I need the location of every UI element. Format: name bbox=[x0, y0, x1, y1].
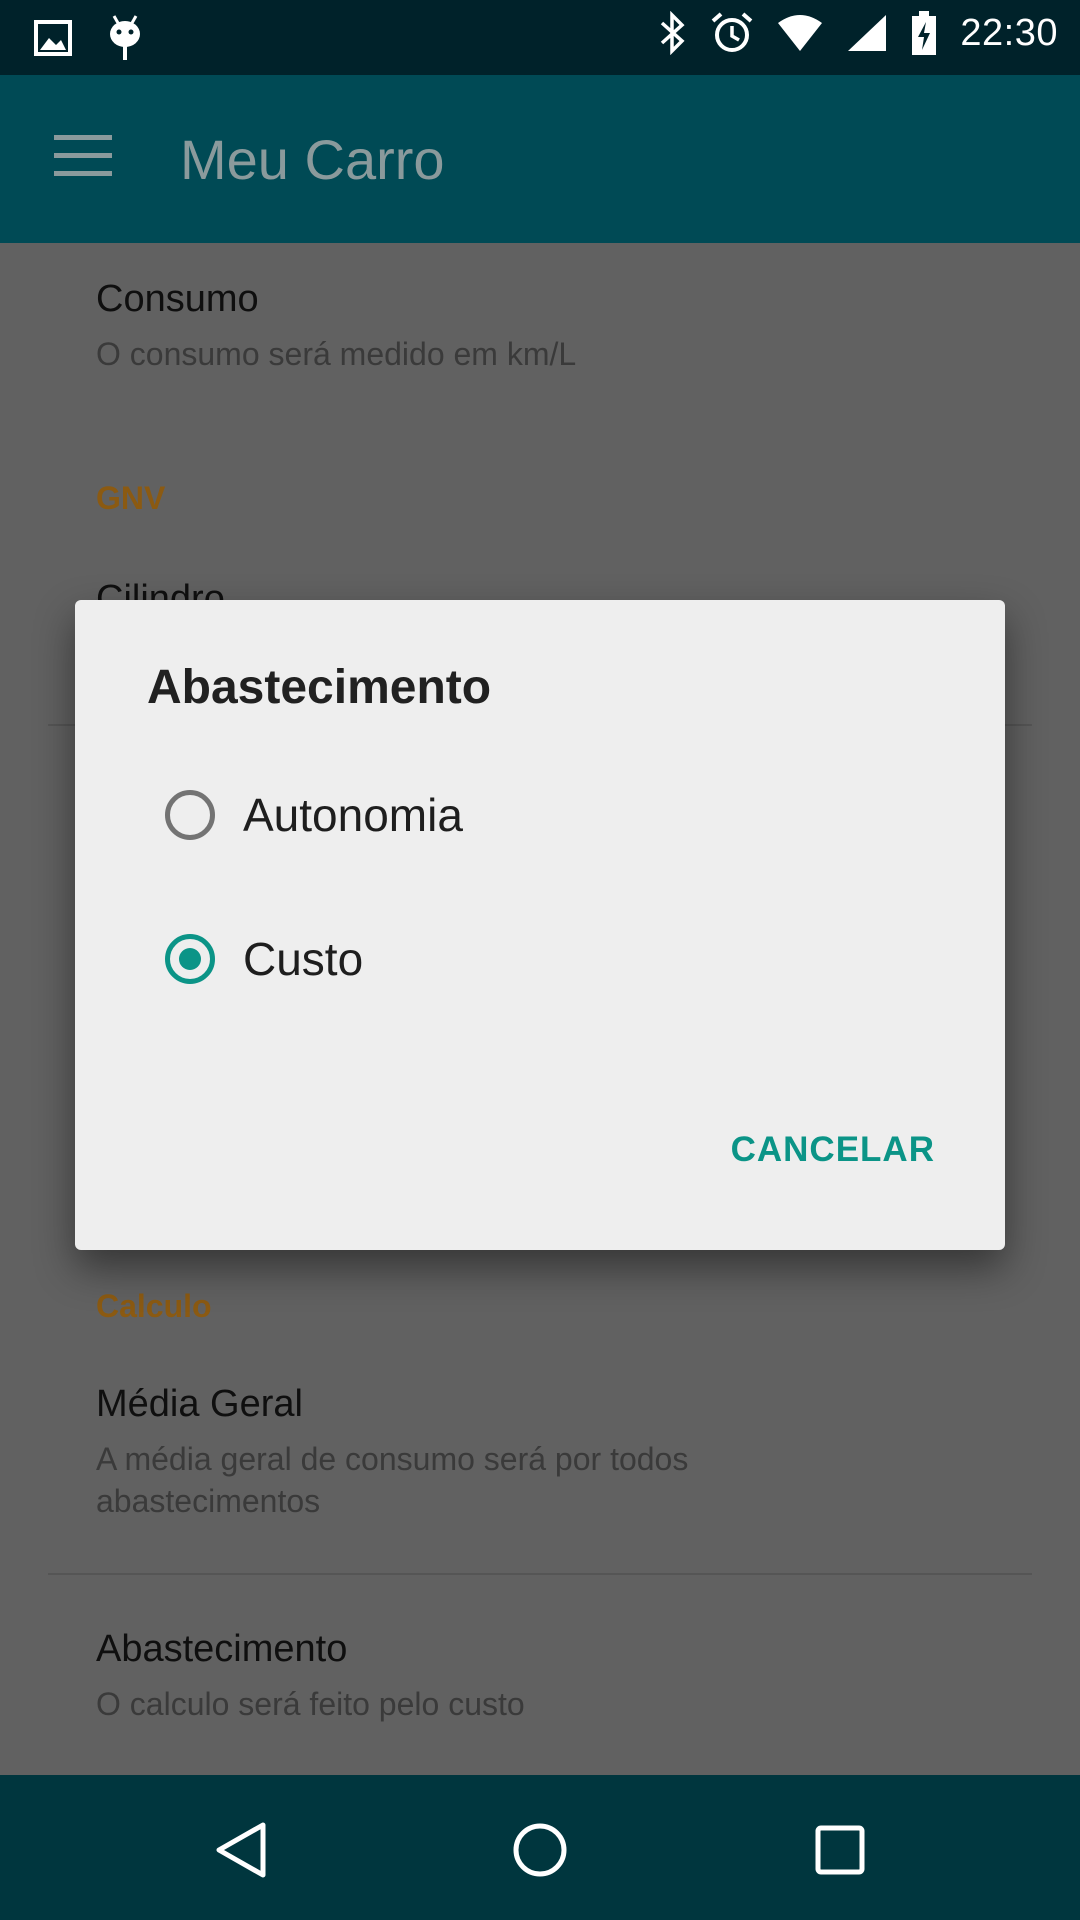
pref-media-geral[interactable]: Média Geral A média geral de consumo ser… bbox=[96, 1383, 856, 1522]
divider bbox=[48, 1573, 1032, 1575]
option-label: Autonomia bbox=[243, 789, 463, 841]
option-label: Custo bbox=[243, 933, 364, 985]
hamburger-menu-icon[interactable] bbox=[54, 135, 112, 179]
pref-summary: O calculo será feito pelo custo bbox=[96, 1686, 525, 1722]
home-icon[interactable] bbox=[505, 1815, 575, 1885]
back-icon[interactable] bbox=[205, 1815, 275, 1885]
app-bar: Meu Carro bbox=[0, 75, 1080, 243]
section-header-gnv: GNV bbox=[96, 480, 166, 516]
radio-button-unchecked[interactable] bbox=[165, 790, 215, 840]
radio-button-checked[interactable] bbox=[165, 934, 215, 984]
section-header-calculo: Calculo bbox=[96, 1288, 212, 1324]
status-right-icons: 22:30 bbox=[658, 10, 1058, 56]
app-title: Meu Carro bbox=[180, 128, 445, 191]
pref-title: Média Geral bbox=[96, 1383, 303, 1425]
option-autonomia[interactable]: Autonomia bbox=[165, 788, 463, 842]
cancel-button[interactable]: CANCELAR bbox=[731, 1130, 935, 1170]
pref-summary: O consumo será medido em km/L bbox=[96, 336, 577, 372]
signal-icon bbox=[846, 13, 888, 53]
battery-charging-icon bbox=[910, 10, 938, 56]
android-debug-icon bbox=[106, 14, 144, 62]
alarm-icon bbox=[710, 11, 754, 55]
pref-consumo[interactable]: Consumo O consumo será medido em km/L bbox=[96, 278, 576, 375]
navigation-bar bbox=[0, 1775, 1080, 1920]
dialog-title: Abastecimento bbox=[147, 661, 492, 714]
recents-icon[interactable] bbox=[805, 1815, 875, 1885]
status-bar: 22:30 bbox=[0, 0, 1080, 75]
pref-title: Abastecimento bbox=[96, 1628, 348, 1670]
pref-abastecimento[interactable]: Abastecimento O calculo será feito pelo … bbox=[96, 1628, 525, 1725]
bluetooth-icon bbox=[658, 11, 688, 55]
pref-summary: A média geral de consumo será por todos … bbox=[96, 1441, 689, 1519]
wifi-icon bbox=[776, 13, 824, 53]
pref-title: Consumo bbox=[96, 278, 259, 320]
status-time: 22:30 bbox=[960, 11, 1058, 54]
option-custo[interactable]: Custo bbox=[165, 932, 363, 986]
gallery-icon bbox=[34, 19, 72, 57]
abastecimento-dialog: Abastecimento Autonomia Custo CANCELAR bbox=[75, 600, 1005, 1250]
status-left-icons bbox=[34, 14, 144, 62]
